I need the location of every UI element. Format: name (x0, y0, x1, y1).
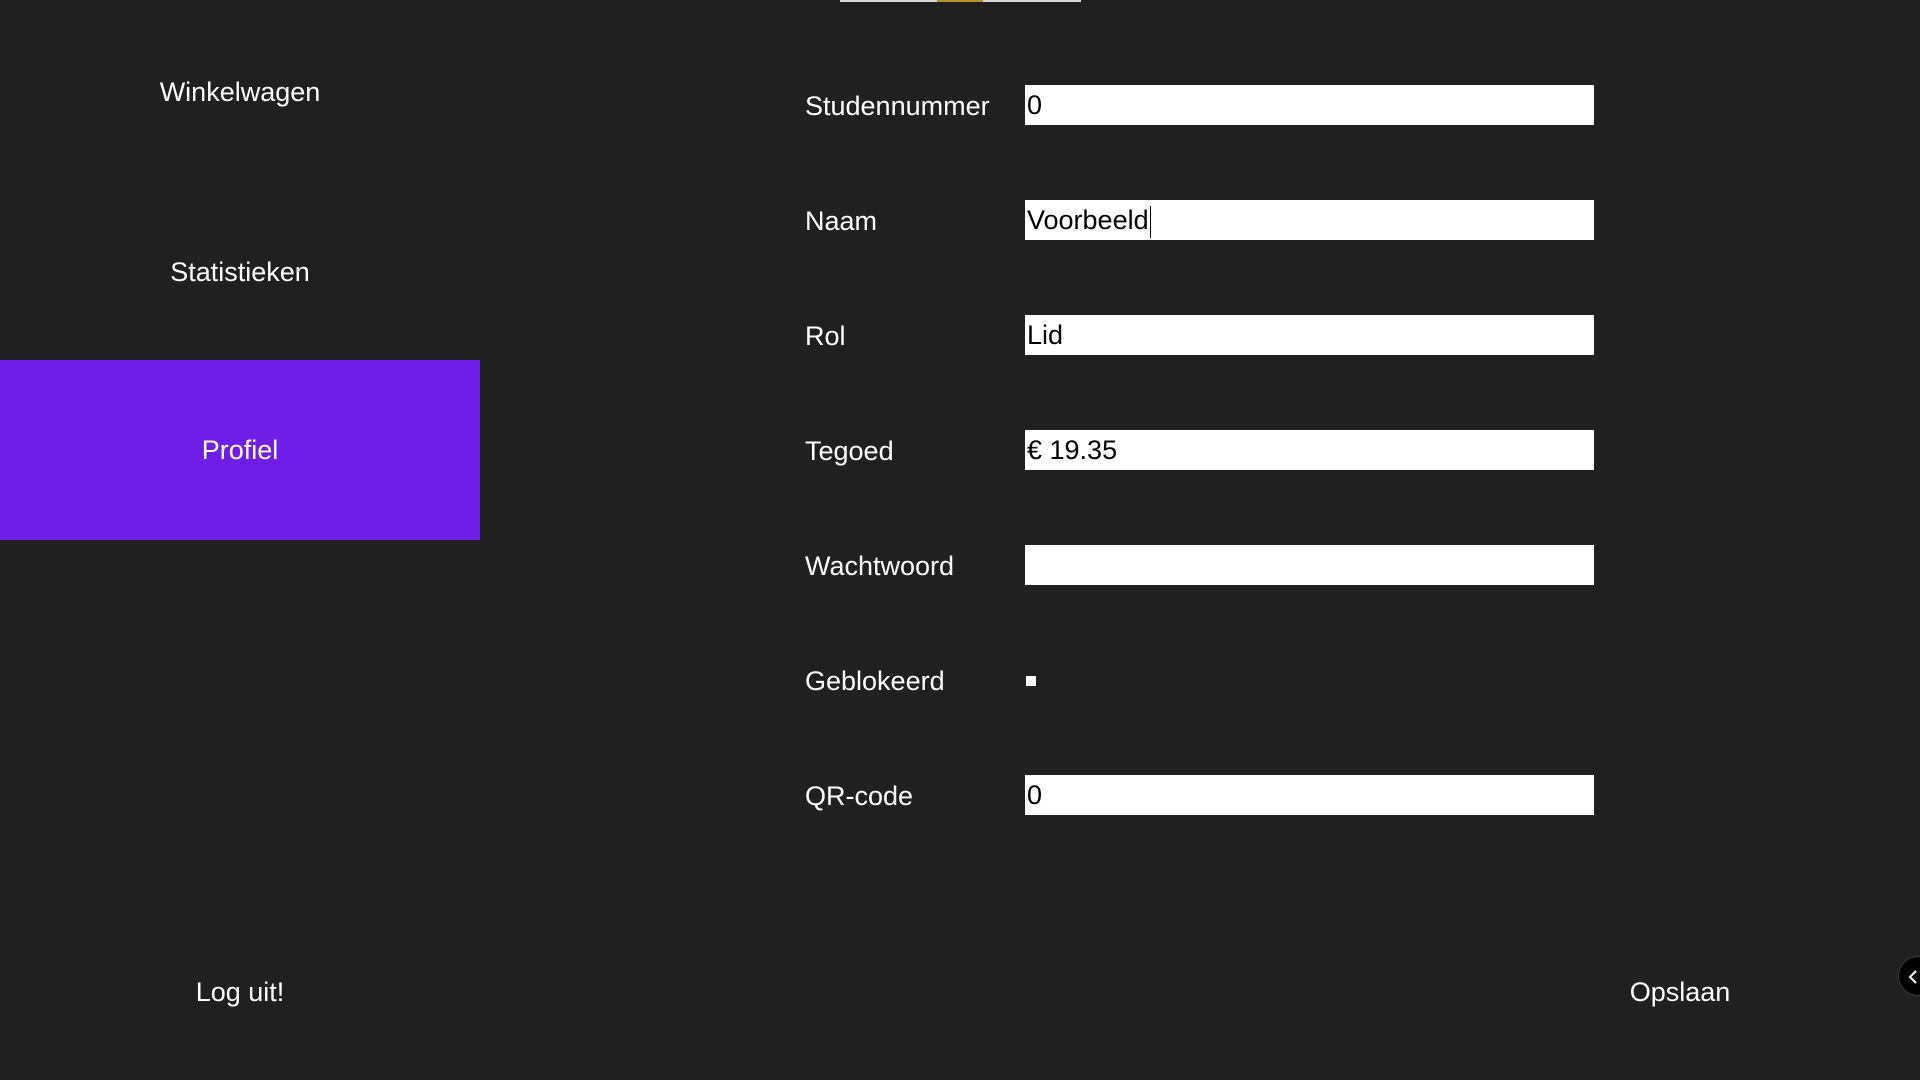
qrcode-field[interactable] (1025, 775, 1594, 815)
sidebar-item-statistieken[interactable]: Statistieken (0, 182, 480, 362)
sidebar-item-label: Winkelwagen (159, 76, 321, 107)
sidebar-item-winkelwagen[interactable]: Winkelwagen (0, 2, 480, 182)
sidebar-item-profiel[interactable]: Profiel (0, 360, 480, 540)
side-panel-toggle[interactable] (1898, 956, 1920, 996)
sidebar-item-label: Profiel (201, 434, 279, 465)
top-strip-accent (937, 0, 983, 2)
geblokkeerd-label: Geblokeerd (805, 666, 945, 696)
naam-label: Naam (805, 206, 878, 236)
geblokkeerd-checkbox[interactable] (1026, 676, 1036, 686)
studentnummer-label: Studennummer (805, 91, 990, 121)
form-row-wachtwoord: Wachtwoord (805, 545, 1595, 587)
sidebar: Winkelwagen Statistieken Profiel Log uit… (0, 0, 480, 1080)
studentnummer-field[interactable] (1025, 85, 1594, 125)
wachtwoord-label: Wachtwoord (805, 551, 955, 581)
save-button[interactable]: Opslaan (1590, 960, 1770, 1024)
form-row-tegoed: Tegoed (805, 430, 1595, 472)
form-row-naam: Naam Voorbeeld (805, 200, 1595, 242)
naam-value: Voorbeeld (1027, 205, 1149, 235)
tegoed-label: Tegoed (805, 436, 894, 466)
sidebar-item-label: Statistieken (170, 256, 310, 287)
rol-label: Rol (805, 321, 846, 351)
logout-button[interactable]: Log uit! (0, 960, 480, 1024)
naam-field[interactable]: Voorbeeld (1025, 200, 1594, 240)
app-window: Winkelwagen Statistieken Profiel Log uit… (0, 0, 1920, 1080)
text-caret (1149, 205, 1151, 238)
form-row-qrcode: QR-code (805, 775, 1595, 817)
form-row-geblokkeerd: Geblokeerd (805, 660, 1595, 702)
form-row-rol: Rol (805, 315, 1595, 357)
form-row-studentnummer: Studennummer (805, 85, 1595, 127)
tegoed-field[interactable] (1025, 430, 1594, 470)
save-label: Opslaan (1629, 976, 1731, 1007)
rol-field[interactable] (1025, 315, 1594, 355)
wachtwoord-field[interactable] (1025, 545, 1594, 585)
qrcode-label: QR-code (805, 781, 914, 811)
logout-label: Log uit! (195, 976, 285, 1007)
chevron-left-icon (1908, 970, 1917, 984)
